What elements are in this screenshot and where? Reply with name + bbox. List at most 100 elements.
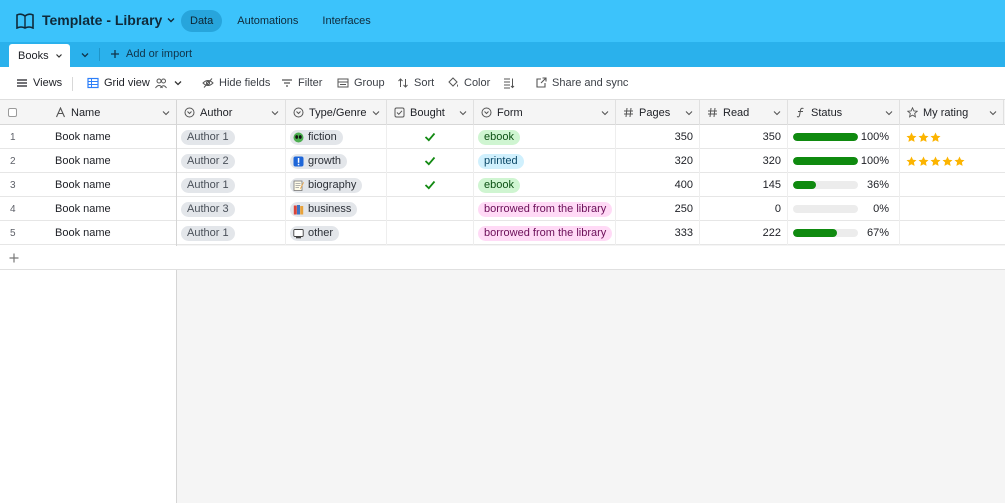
column-header-form[interactable]: Form [474, 100, 616, 125]
cell-name[interactable]: Book name [55, 149, 175, 173]
cell-name[interactable]: Book name [55, 197, 175, 221]
column-bought-label: Bought [410, 106, 445, 119]
row-number-text: 1 [10, 131, 16, 143]
cell-type-genre[interactable]: growth [286, 149, 387, 173]
cell-author[interactable]: Author 3 [177, 197, 286, 221]
cell-rating[interactable] [900, 125, 1005, 149]
add-or-import-button[interactable]: Add or import [110, 48, 192, 60]
add-record-row[interactable] [0, 246, 177, 270]
type-pill: business [290, 201, 358, 217]
chevron-down-icon [55, 53, 62, 58]
cell-author[interactable]: Author 2 [177, 149, 286, 173]
cell-status[interactable]: 67% [788, 221, 900, 245]
cell-pages[interactable]: 350 [616, 125, 700, 149]
cell-rating[interactable] [900, 173, 1005, 197]
cell-name[interactable]: Book name [55, 221, 175, 245]
chevron-down-icon [167, 18, 175, 23]
row-height-button[interactable] [503, 77, 515, 89]
cell-form[interactable]: borrowed from the library [474, 197, 616, 221]
cell-pages[interactable]: 250 [616, 197, 700, 221]
share-and-sync-button[interactable]: Share and sync [535, 77, 628, 89]
cell-bought[interactable] [387, 125, 474, 149]
cell-author[interactable]: Author 1 [177, 173, 286, 197]
checkmark-icon [424, 180, 436, 190]
formula-field-icon [796, 107, 804, 118]
pages-text: 320 [674, 155, 693, 167]
cell-read[interactable]: 350 [700, 125, 788, 149]
cell-type-genre[interactable]: biography [286, 173, 387, 197]
cell-bought[interactable] [387, 149, 474, 173]
table-row: Author 1 fiction ebook 350 350 100% [177, 125, 1005, 149]
cell-bought[interactable] [387, 221, 474, 245]
cell-status[interactable]: 36% [788, 173, 900, 197]
row-number: 3 [0, 173, 40, 197]
cell-form[interactable]: ebook [474, 125, 616, 149]
cell-rating[interactable] [900, 149, 1005, 173]
column-header-rating[interactable]: My rating [900, 100, 1004, 125]
base-title[interactable]: Template - Library [42, 12, 176, 28]
column-header-pages[interactable]: Pages [616, 100, 700, 125]
author-text: Author 1 [187, 179, 229, 191]
filter-button[interactable]: Filter [281, 77, 322, 89]
cell-author[interactable]: Author 1 [177, 125, 286, 149]
tables-menu-chevron-icon[interactable] [80, 50, 90, 60]
form-pill: printed [478, 153, 524, 169]
hide-fields-button[interactable]: Hide fields [202, 77, 270, 89]
cell-name[interactable]: Book name [55, 173, 175, 197]
cell-type-genre[interactable]: business [286, 197, 387, 221]
cell-read[interactable]: 0 [700, 197, 788, 221]
cell-status[interactable]: 100% [788, 125, 900, 149]
cell-read[interactable]: 320 [700, 149, 788, 173]
cell-form[interactable]: printed [474, 149, 616, 173]
nav-automations[interactable]: Automations [228, 10, 307, 32]
color-button[interactable]: Color [447, 77, 490, 89]
cell-type-genre[interactable]: fiction [286, 125, 387, 149]
star-icon [942, 156, 953, 166]
group-button[interactable]: Group [337, 77, 385, 89]
cell-status[interactable]: 0% [788, 197, 900, 221]
column-header-type-genre[interactable]: Type/Genre [286, 100, 387, 125]
column-header-bought[interactable]: Bought [387, 100, 474, 125]
cell-bought[interactable] [387, 173, 474, 197]
column-rating-label: My rating [923, 106, 969, 119]
nav-interfaces[interactable]: Interfaces [313, 10, 379, 32]
cell-read[interactable]: 222 [700, 221, 788, 245]
cell-rating[interactable] [900, 197, 1005, 221]
cell-form[interactable]: borrowed from the library [474, 221, 616, 245]
cell-bought[interactable] [387, 197, 474, 221]
star-icon [954, 156, 965, 166]
sort-button[interactable]: Sort [397, 77, 434, 89]
cell-pages[interactable]: 400 [616, 173, 700, 197]
cell-rating[interactable] [900, 221, 1005, 245]
cell-status[interactable]: 100% [788, 149, 900, 173]
cell-read[interactable]: 145 [700, 173, 788, 197]
sort-label: Sort [414, 77, 435, 89]
column-header-status[interactable]: Status [788, 100, 900, 125]
row-number: 5 [0, 221, 40, 245]
cell-name[interactable]: Book name [55, 125, 175, 149]
status-percent: 100% [860, 155, 889, 167]
grid-view-button[interactable]: Grid view [87, 77, 184, 89]
column-header-read[interactable]: Read [700, 100, 788, 125]
cell-pages[interactable]: 320 [616, 149, 700, 173]
column-header-name[interactable]: Name [48, 100, 176, 125]
book-name-text: Book name [55, 227, 111, 239]
type-text: business [308, 203, 352, 215]
cell-pages[interactable]: 333 [616, 221, 700, 245]
top-nav: Data Automations Interfaces [181, 10, 380, 32]
type-text: fiction [308, 131, 337, 143]
column-header-author[interactable]: Author [177, 100, 286, 125]
cell-type-genre[interactable]: other [286, 221, 387, 245]
views-button[interactable]: Views [16, 77, 62, 89]
select-all-checkbox[interactable] [8, 108, 17, 117]
memo-icon [293, 180, 304, 191]
form-text: borrowed from the library [484, 227, 607, 239]
star-outline-icon [907, 107, 918, 118]
tab-books[interactable]: Books [9, 44, 70, 67]
chevron-down-icon [685, 111, 693, 116]
nav-data[interactable]: Data [181, 10, 223, 32]
cell-form[interactable]: ebook [474, 173, 616, 197]
add-record-row-extension[interactable] [177, 246, 1005, 270]
author-pill: Author 1 [181, 129, 235, 145]
cell-author[interactable]: Author 1 [177, 221, 286, 245]
